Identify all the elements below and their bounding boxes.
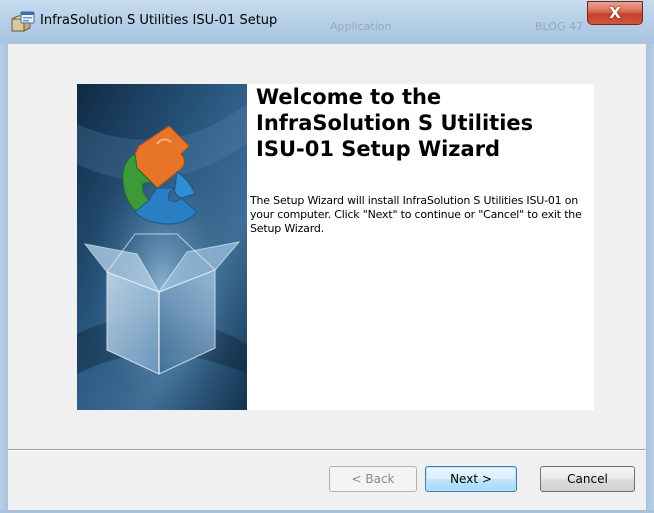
close-icon: X	[609, 4, 621, 22]
background-window-text: BLOG 47	[535, 20, 583, 33]
title-bar[interactable]: Application BLOG 47 InfraSolution S Util…	[0, 0, 654, 45]
back-button[interactable]: < Back	[329, 466, 417, 492]
welcome-panel: Welcome to the InfraSolution S Utilities…	[247, 84, 594, 410]
open-box-puzzle-illustration	[77, 84, 247, 410]
setup-window: Application BLOG 47 InfraSolution S Util…	[0, 0, 654, 513]
wizard-banner	[77, 84, 247, 410]
cancel-button[interactable]: Cancel	[540, 466, 635, 492]
next-button[interactable]: Next >	[425, 466, 517, 492]
welcome-description: The Setup Wizard will install InfraSolut…	[250, 194, 582, 235]
setup-package-icon	[11, 11, 35, 32]
window-title: InfraSolution S Utilities ISU-01 Setup	[40, 13, 278, 28]
window-frame-right	[646, 44, 654, 513]
window-frame-left	[0, 44, 8, 513]
close-button[interactable]: X	[587, 1, 643, 25]
button-separator	[8, 449, 646, 451]
background-window-text: Application	[330, 20, 392, 33]
welcome-title: Welcome to the InfraSolution S Utilities…	[256, 85, 534, 161]
